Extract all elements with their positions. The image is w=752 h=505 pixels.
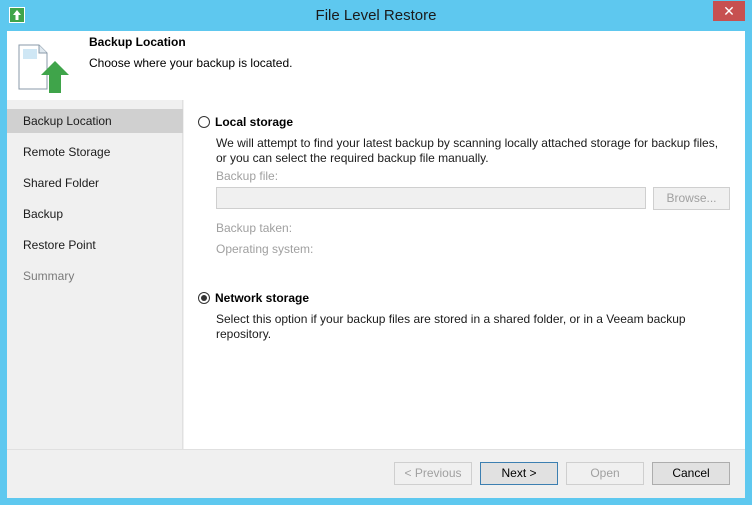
backup-taken-label: Backup taken: — [216, 221, 293, 235]
header-subtitle: Choose where your backup is located. — [89, 56, 293, 70]
open-button: Open — [566, 462, 644, 485]
step-summary: Summary — [23, 269, 75, 283]
cancel-button[interactable]: Cancel — [652, 462, 730, 485]
title-bar[interactable]: File Level Restore ✕ — [0, 0, 752, 31]
backup-file-label: Backup file: — [216, 169, 279, 183]
network-storage-label[interactable]: Network storage — [215, 291, 309, 305]
backup-file-field — [216, 187, 646, 209]
step-remote-storage[interactable]: Remote Storage — [7, 140, 183, 164]
header-title: Backup Location — [89, 35, 186, 49]
local-storage-desc-line2: or you can select the required backup fi… — [216, 151, 489, 165]
operating-system-label: Operating system: — [216, 242, 314, 256]
content-panel: Local storage We will attempt to find yo… — [184, 100, 745, 449]
step-shared-folder[interactable]: Shared Folder — [7, 171, 183, 195]
next-button[interactable]: Next > — [480, 462, 558, 485]
close-icon: ✕ — [723, 3, 735, 19]
browse-button: Browse... — [653, 187, 730, 210]
wizard-footer: < Previous Next > Open Cancel — [7, 449, 745, 498]
wizard-steps: Backup Location Remote Storage Shared Fo… — [7, 100, 183, 449]
step-backup[interactable]: Backup — [7, 202, 183, 226]
network-storage-radio[interactable] — [198, 292, 210, 304]
step-backup-location[interactable]: Backup Location — [7, 109, 183, 133]
step-restore-point[interactable]: Restore Point — [7, 233, 183, 257]
close-button[interactable]: ✕ — [713, 1, 745, 21]
local-storage-radio[interactable] — [198, 116, 210, 128]
previous-button: < Previous — [394, 462, 472, 485]
window: File Level Restore ✕ Backup Location Cho… — [0, 0, 752, 505]
window-title: File Level Restore — [315, 7, 437, 24]
dialog-client: Backup Location Choose where your backup… — [7, 31, 745, 498]
backup-location-icon — [17, 39, 77, 95]
local-storage-desc-line1: We will attempt to find your latest back… — [216, 136, 719, 150]
local-storage-label[interactable]: Local storage — [215, 115, 293, 129]
network-storage-desc-line1: Select this option if your backup files … — [216, 312, 686, 326]
wizard-header: Backup Location Choose where your backup… — [7, 31, 745, 100]
network-storage-desc-line2: repository. — [216, 327, 272, 341]
